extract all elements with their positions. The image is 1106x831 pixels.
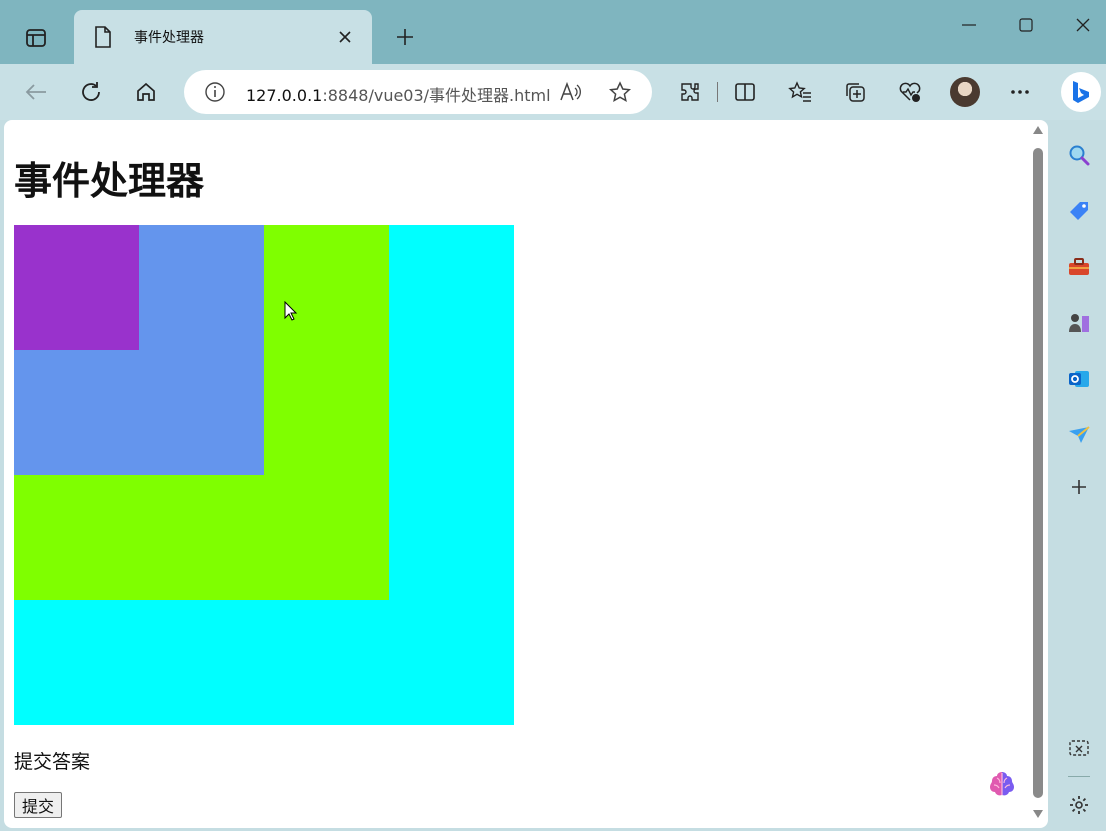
collections-button[interactable] <box>841 78 869 106</box>
sidebar-outlook-button[interactable] <box>1066 366 1092 392</box>
tools-icon <box>1069 258 1089 275</box>
sidebar-screenshot-button[interactable] <box>1066 736 1092 762</box>
browser-toolbar: 127.0.0.1:8848/vue03/事件处理器.html <box>0 64 1106 120</box>
maximize-icon <box>1019 18 1033 32</box>
browser-essentials-icon <box>899 82 921 102</box>
sidebar-search-button[interactable] <box>1066 142 1092 168</box>
close-icon <box>1076 18 1090 32</box>
read-aloud-button[interactable] <box>556 78 584 106</box>
info-icon[interactable] <box>204 81 226 103</box>
title-bar: 事件处理器 <box>0 0 1106 64</box>
url-path: :8848/vue03/事件处理器.html <box>322 86 551 105</box>
document-icon <box>95 26 111 48</box>
active-tab[interactable]: 事件处理器 <box>74 10 372 64</box>
settings-icon <box>1070 796 1088 814</box>
extensions-icon <box>681 83 699 101</box>
split-screen-icon <box>735 83 755 101</box>
minimize-icon <box>962 24 976 26</box>
mouse-cursor-icon <box>284 301 298 321</box>
scroll-thumb[interactable] <box>1033 148 1043 798</box>
submit-answer-label: 提交答案 <box>14 751 91 773</box>
back-button[interactable] <box>22 78 50 106</box>
brain-extension-icon[interactable] <box>986 768 1018 800</box>
new-tab-button[interactable] <box>392 24 418 50</box>
address-bar[interactable]: 127.0.0.1:8848/vue03/事件处理器.html <box>184 70 652 114</box>
profile-avatar[interactable] <box>950 77 980 107</box>
extensions-button[interactable] <box>676 78 704 106</box>
scroll-down-arrow-icon[interactable] <box>1033 810 1043 818</box>
sidebar-separator <box>1068 776 1090 777</box>
sidebar-games-button[interactable] <box>1066 310 1092 336</box>
sidebar-drop-button[interactable] <box>1066 422 1092 448</box>
browser-essentials-button[interactable] <box>896 78 924 106</box>
more-icon <box>1011 90 1029 94</box>
bing-copilot-icon <box>1073 81 1089 103</box>
home-button[interactable] <box>132 78 160 106</box>
submit-button[interactable]: 提交 <box>14 792 63 818</box>
maximize-button[interactable] <box>1011 12 1041 38</box>
url-text: 127.0.0.1:8848/vue03/事件处理器.html <box>246 82 551 106</box>
read-aloud-icon <box>560 82 581 101</box>
tab-actions-button[interactable] <box>14 24 58 52</box>
plus-icon <box>397 29 413 45</box>
sidebar-settings-button[interactable] <box>1066 792 1092 818</box>
inner-box-purple[interactable] <box>14 225 139 350</box>
page-scrollbar[interactable] <box>1030 124 1046 824</box>
tab-title: 事件处理器 <box>134 30 204 46</box>
toolbar-separator <box>717 82 718 102</box>
tab-close-button[interactable] <box>334 26 356 48</box>
drop-icon <box>1069 426 1090 443</box>
games-icon <box>1069 314 1089 332</box>
collections-icon <box>846 83 865 102</box>
bing-copilot-button[interactable] <box>1061 72 1101 112</box>
home-icon <box>137 82 155 101</box>
close-icon <box>339 31 351 43</box>
outlook-icon <box>1069 371 1089 387</box>
edge-sidebar <box>1052 120 1106 831</box>
favorite-button[interactable] <box>606 78 634 106</box>
sidebar-add-button[interactable] <box>1066 474 1092 500</box>
page-title: 事件处理器 <box>14 159 205 203</box>
favorites-button[interactable] <box>786 78 814 106</box>
sidebar-shopping-button[interactable] <box>1066 198 1092 224</box>
favorite-star-icon <box>609 81 631 102</box>
page-viewport: 事件处理器 提交答案 提交 <box>4 120 1048 828</box>
close-window-button[interactable] <box>1068 12 1098 38</box>
scroll-up-arrow-icon[interactable] <box>1033 126 1043 134</box>
url-host: 127.0.0.1 <box>246 86 323 105</box>
screenshot-icon <box>1069 740 1089 756</box>
refresh-button[interactable] <box>77 78 105 106</box>
more-button[interactable] <box>1006 78 1034 106</box>
favorites-icon <box>788 81 811 102</box>
back-icon <box>25 84 46 100</box>
refresh-icon <box>82 82 100 101</box>
split-screen-button[interactable] <box>731 78 759 106</box>
sidebar-tools-button[interactable] <box>1066 254 1092 280</box>
shopping-tag-icon <box>1070 202 1088 220</box>
minimize-button[interactable] <box>954 12 984 38</box>
add-icon <box>1072 480 1086 494</box>
search-icon <box>1069 145 1090 166</box>
tab-actions-icon <box>26 29 46 47</box>
